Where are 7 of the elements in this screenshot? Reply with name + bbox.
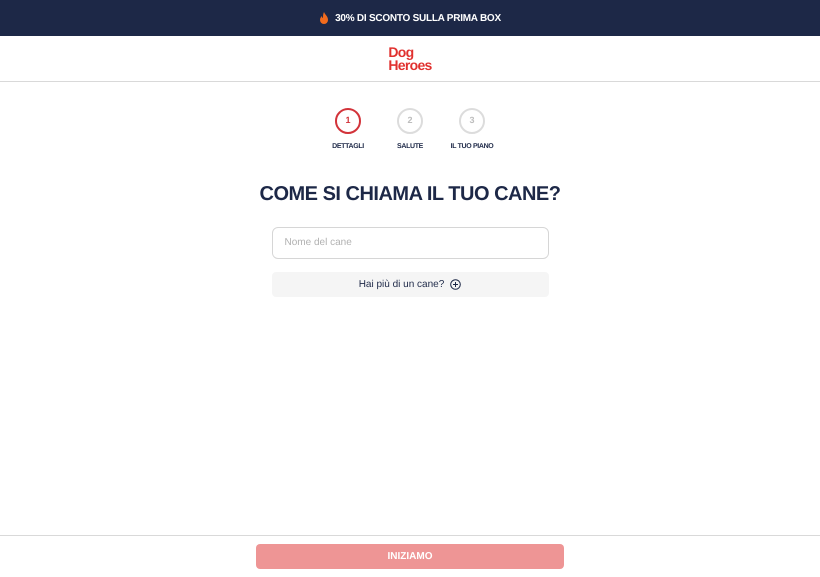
logo[interactable]: Dog Heroes bbox=[388, 46, 432, 72]
name-input-field[interactable]: Nome del cane bbox=[272, 226, 548, 258]
promo-text: 30% DI SCONTO SULLA PRIMA BOX bbox=[335, 12, 501, 26]
add-dog-button[interactable]: Hai più di un cane? bbox=[272, 272, 548, 296]
plus-circle-icon bbox=[450, 278, 462, 290]
page-heading: COME SI CHIAMA IL TUO CANE? bbox=[260, 182, 560, 206]
flame-icon bbox=[319, 12, 330, 24]
